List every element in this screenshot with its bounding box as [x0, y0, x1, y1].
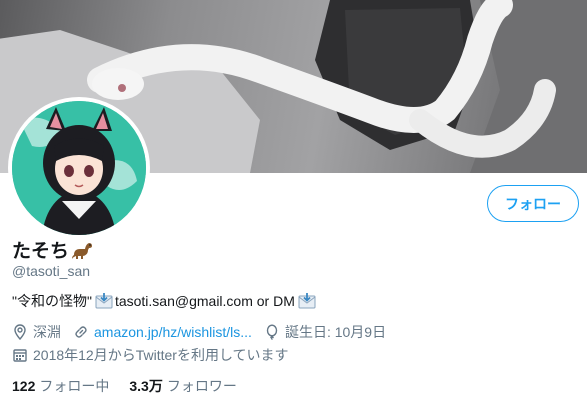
location-pin-icon: [14, 324, 26, 340]
avatar-image: [12, 101, 146, 235]
avatar[interactable]: [8, 97, 150, 239]
joined-text: 2018年12月からTwitterを利用しています: [33, 347, 289, 363]
link-icon: [75, 326, 87, 338]
birthday-item: 誕生日: 10月9日: [264, 322, 386, 342]
following-link[interactable]: 122 フォロー中: [12, 376, 109, 396]
follow-button[interactable]: フォロー: [487, 185, 579, 222]
following-count: 122: [12, 378, 36, 394]
followers-label: フォロワー: [166, 378, 237, 394]
balloon-icon: [266, 324, 278, 340]
bio-email: tasoti.san@gmail.com or DM: [114, 293, 295, 309]
location-text: 深淵: [33, 324, 61, 340]
profile-joined-row: 2018年12月からTwitterを利用しています: [12, 345, 301, 365]
calendar-icon: [13, 349, 27, 362]
display-name: たそち: [12, 241, 70, 262]
followers-count: 3.3万: [129, 378, 163, 394]
follow-counts: 122 フォロー中 3.3万 フォロワー: [12, 376, 237, 396]
joined-item: 2018年12月からTwitterを利用しています: [12, 345, 289, 365]
website-link[interactable]: amazon.jp/hz/wishlist/ls...: [94, 324, 252, 340]
dinosaur-emoji: [72, 242, 93, 259]
website-item[interactable]: amazon.jp/hz/wishlist/ls...: [73, 324, 252, 340]
bio-text: "令和の怪物": [12, 293, 92, 309]
profile-meta: 深淵 amazon.jp/hz/wishlist/ls... 誕生日: 10月9…: [12, 322, 398, 342]
followers-link[interactable]: 3.3万 フォロワー: [129, 376, 236, 396]
profile-name-row: たそち: [12, 236, 93, 263]
profile-handle: @tasoti_san: [12, 263, 91, 279]
profile-bio: "令和の怪物" tasoti.san@gmail.com or DM: [12, 291, 318, 311]
birthday-text: 誕生日: 10月9日: [284, 324, 387, 340]
location-item: 深淵: [12, 322, 61, 342]
following-label: フォロー中: [39, 378, 110, 394]
envelope-icon: [298, 293, 316, 309]
envelope-icon: [95, 293, 113, 309]
